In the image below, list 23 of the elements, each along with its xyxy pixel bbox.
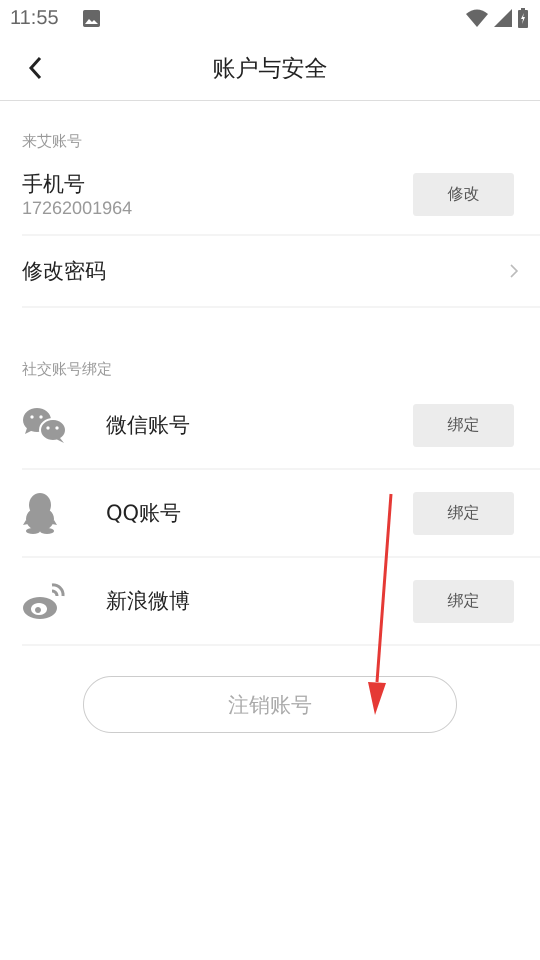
penguin-icon [22, 492, 58, 534]
image-icon [82, 10, 100, 26]
section-label: 社交账号绑定 [21, 359, 113, 380]
chevron-right-icon [510, 264, 518, 278]
edit-button[interactable]: 修改 [413, 172, 514, 216]
wifi-icon [466, 9, 488, 27]
account-name: QQ账号 [106, 500, 182, 527]
bind-button[interactable]: 绑定 [413, 580, 514, 622]
row-title: 手机号 [22, 170, 86, 198]
bind-button[interactable]: 绑定 [413, 492, 514, 534]
signal-icon [494, 9, 512, 27]
chat-bubbles-icon [22, 406, 68, 444]
bind-button[interactable]: 绑定 [413, 404, 514, 446]
phone-number: 17262001964 [22, 198, 134, 218]
eye-waves-icon [22, 582, 66, 620]
status-time: 11:55 [10, 6, 59, 30]
page-title: 账户与安全 [212, 54, 328, 84]
back-button[interactable] [28, 56, 42, 80]
section-label: 来艾账号 [21, 131, 83, 152]
account-name: 微信账号 [106, 412, 191, 439]
battery-icon [518, 8, 528, 28]
list-item[interactable]: 修改密码 [22, 236, 540, 308]
account-name: 新浪微博 [106, 588, 191, 615]
